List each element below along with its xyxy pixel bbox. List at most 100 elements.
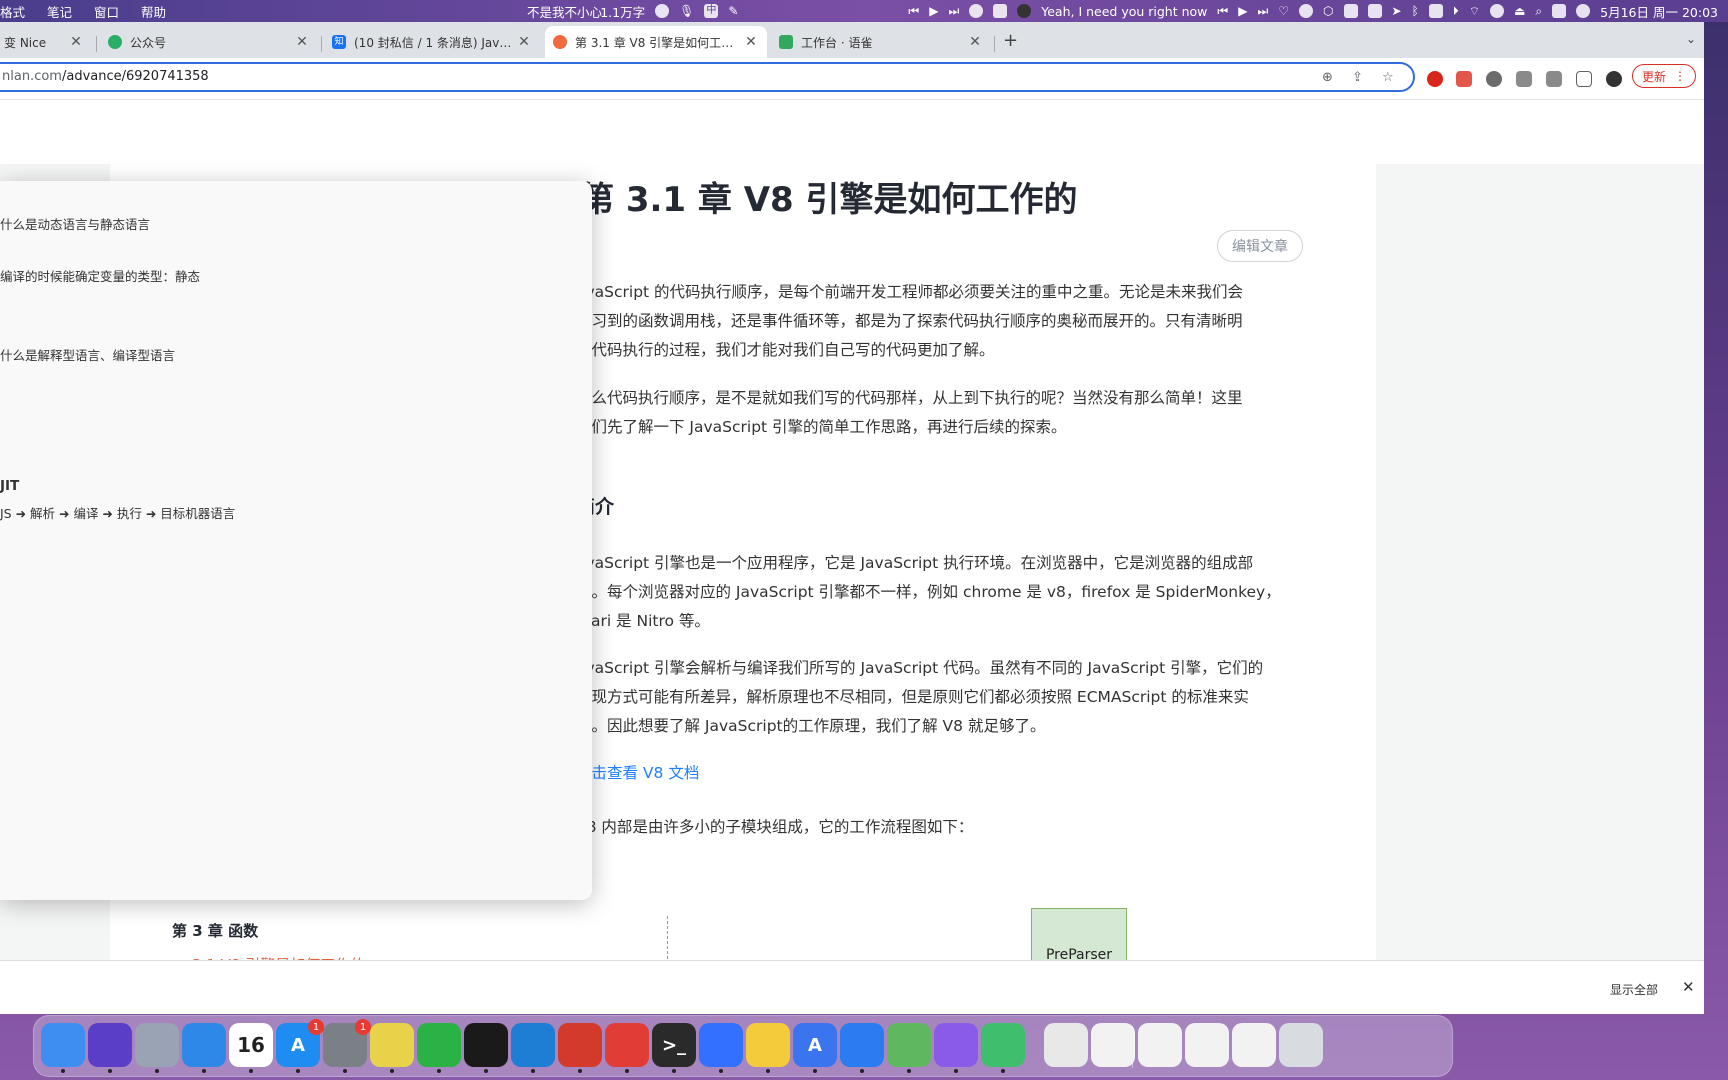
box-icon[interactable]: ⬡: [1323, 4, 1333, 18]
extension-red-icon[interactable]: [1456, 71, 1472, 87]
play-icon[interactable]: ▶: [929, 4, 938, 18]
dock-siri-icon[interactable]: [88, 1023, 132, 1073]
word-count[interactable]: 1.1万字: [600, 2, 645, 21]
menu-item[interactable]: 格式: [0, 2, 25, 21]
dock-wechat-icon[interactable]: [417, 1023, 461, 1073]
dock-doc-1-icon[interactable]: [1091, 1023, 1135, 1067]
reading-list-icon[interactable]: [1546, 71, 1562, 87]
user-icon[interactable]: [1490, 4, 1505, 18]
tab-0[interactable]: 变 Nice ✕: [0, 26, 92, 58]
show-all-button[interactable]: 显示全部: [1610, 981, 1658, 998]
menu-item[interactable]: 窗口: [94, 2, 119, 21]
note-line[interactable]: 编译的时候能确定变量的类型：静态: [0, 266, 200, 285]
feather-icon[interactable]: ✎: [728, 4, 738, 18]
dock-vscode-icon[interactable]: [511, 1023, 555, 1073]
close-icon[interactable]: ✕: [516, 34, 532, 50]
spotlight-search-icon[interactable]: ⌕: [1535, 4, 1542, 19]
dock-doc-4-icon[interactable]: [1232, 1023, 1276, 1067]
running-indicator: [954, 1069, 958, 1073]
profile-avatar[interactable]: [1606, 71, 1622, 87]
close-icon[interactable]: ✕: [743, 34, 759, 50]
note-line[interactable]: 什么是动态语言与静态语言: [0, 214, 150, 233]
emoji-icon[interactable]: [655, 4, 670, 18]
dock-trash-icon[interactable]: [1279, 1023, 1323, 1067]
control-center-icon[interactable]: [1552, 4, 1567, 18]
play-circle-icon[interactable]: ⏵: [1453, 4, 1459, 19]
dock-launchpad-icon[interactable]: [135, 1023, 179, 1073]
dock-qq-music-icon[interactable]: [746, 1023, 790, 1073]
update-button[interactable]: 更新 ⋮: [1632, 64, 1696, 88]
toc-chapter[interactable]: 第 3 章 函数: [172, 920, 258, 941]
tab-1[interactable]: 公众号 ✕: [100, 26, 318, 58]
wifi-icon[interactable]: ⌔: [1469, 4, 1480, 19]
previous-icon[interactable]: ⏮: [1217, 4, 1228, 19]
running-indicator: [578, 1069, 582, 1073]
tab-3-active[interactable]: 第 3.1 章 V8 引擎是如何工作的 ✕: [545, 26, 767, 58]
dock-app-a-icon[interactable]: A: [793, 1023, 837, 1073]
opera-extension-icon[interactable]: [1427, 71, 1443, 87]
puzzle-extension-icon[interactable]: [1516, 71, 1532, 87]
microphone-icon[interactable]: 🎙: [679, 4, 694, 18]
note-line[interactable]: 什么是解释型语言、编译型语言: [0, 345, 175, 364]
dock-app-store-icon[interactable]: A1: [276, 1019, 324, 1073]
input-method-icon[interactable]: 中: [704, 4, 719, 18]
more-menu-icon[interactable]: ⋮: [1674, 69, 1686, 83]
menu-item[interactable]: 帮助: [141, 2, 166, 21]
clock[interactable]: 5月16日 周一 20:03: [1600, 2, 1718, 21]
dock-safari-icon[interactable]: [182, 1023, 226, 1073]
heart-icon[interactable]: ♡: [1278, 4, 1289, 18]
app-tray-icon[interactable]: [1017, 4, 1032, 18]
close-icon[interactable]: ✕: [1682, 978, 1695, 996]
now-playing[interactable]: Yeah, I need you right now: [1041, 4, 1207, 19]
dock-netease-music-icon[interactable]: [605, 1023, 649, 1073]
dock-feishu-icon[interactable]: [699, 1023, 743, 1073]
next-track-icon[interactable]: ⏭: [948, 4, 959, 19]
tab-4[interactable]: 工作台 · 语雀 ✕: [771, 26, 991, 58]
dock-finder-icon[interactable]: [41, 1023, 85, 1073]
eject-icon[interactable]: ⏏: [1514, 4, 1525, 18]
dock-terminal-icon[interactable]: >_: [652, 1023, 696, 1073]
wechat-tray-icon[interactable]: [1343, 4, 1358, 18]
dock-app-v-icon[interactable]: [934, 1023, 978, 1073]
dock-qq-icon[interactable]: [464, 1023, 508, 1073]
feishu-icon[interactable]: ➤: [1392, 4, 1402, 18]
dock-html-file-icon[interactable]: [1044, 1023, 1088, 1067]
dock-doc-2-icon[interactable]: [1138, 1023, 1182, 1067]
dock-doc-3-icon[interactable]: [1185, 1023, 1229, 1067]
note-line[interactable]: JS ➜ 解析 ➜ 编译 ➜ 执行 ➜ 目标机器语言: [0, 503, 235, 522]
feishu-tray-icon[interactable]: [993, 4, 1008, 18]
address-bar[interactable]: nlan.com/advance/6920741358 ⊕ ⇪ ☆: [0, 62, 1415, 92]
netease-tray-icon[interactable]: [1299, 4, 1314, 18]
side-panel-icon[interactable]: [1576, 71, 1592, 87]
dock-calendar-icon[interactable]: 16: [229, 1023, 273, 1073]
bookmark-star-icon[interactable]: ☆: [1382, 70, 1394, 85]
menu-item[interactable]: 笔记: [47, 2, 72, 21]
dock-system-preferences-icon[interactable]: 1: [323, 1019, 371, 1073]
close-icon[interactable]: ✕: [68, 34, 84, 50]
s-app-icon[interactable]: [1428, 4, 1443, 18]
url-text[interactable]: nlan.com/advance/6920741358: [2, 69, 209, 84]
next-icon[interactable]: ⏭: [1257, 4, 1268, 19]
share-icon[interactable]: ⇪: [1352, 70, 1363, 85]
dock-lanhu-icon[interactable]: [840, 1023, 884, 1073]
dock-app-green-icon[interactable]: [981, 1023, 1025, 1073]
tab-2[interactable]: 知 (10 封私信 / 1 条消息) JavaScrip ✕: [324, 26, 540, 58]
previous-track-icon[interactable]: ⏮: [908, 4, 919, 19]
dock-chrome-icon[interactable]: [370, 1023, 414, 1073]
new-tab-button[interactable]: +: [1003, 30, 1018, 51]
edit-article-button[interactable]: 编辑文章: [1217, 230, 1303, 262]
v8-docs-link[interactable]: 点击查看 V8 文档: [576, 761, 699, 783]
siri-icon[interactable]: [1576, 4, 1591, 18]
tab-search-icon[interactable]: ⌄: [1686, 32, 1696, 46]
bluetooth-icon[interactable]: ᛒ: [1412, 4, 1419, 18]
music-app-icon[interactable]: [969, 4, 984, 18]
dock-app-red-icon[interactable]: [558, 1023, 602, 1073]
display-icon[interactable]: [1367, 4, 1382, 18]
recycle-extension-icon[interactable]: [1486, 71, 1502, 87]
note-heading[interactable]: JIT: [0, 478, 19, 494]
play-pause-icon[interactable]: ▶: [1238, 4, 1247, 18]
zoom-icon[interactable]: ⊕: [1322, 70, 1333, 85]
close-icon[interactable]: ✕: [294, 34, 310, 50]
dock-maps-icon[interactable]: [887, 1023, 931, 1073]
close-icon[interactable]: ✕: [967, 34, 983, 50]
